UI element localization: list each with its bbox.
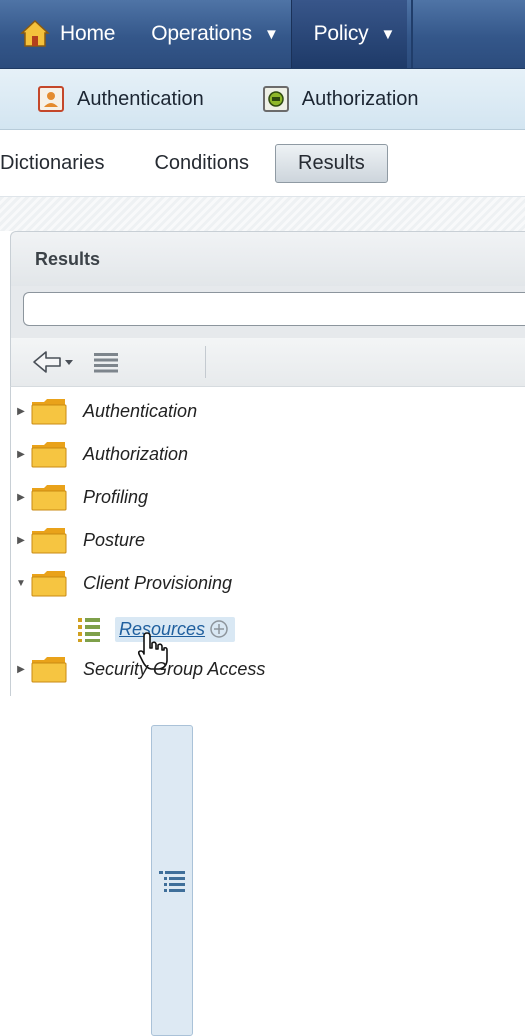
home-icon (20, 19, 50, 47)
policy-elements-tabs: Dictionaries Conditions Results (0, 130, 525, 197)
tree-node-label: Authorization (83, 443, 189, 464)
tab-conditions[interactable]: Conditions (154, 152, 249, 175)
nav-divider (411, 0, 414, 68)
nav-operations[interactable]: Operations ▼ (127, 0, 290, 68)
tree-node-security-group-access[interactable]: ▶ Security Group Access (11, 649, 265, 689)
toolbar-divider (205, 346, 206, 378)
authentication-icon (38, 86, 64, 112)
folder-icon (31, 442, 67, 468)
folder-icon (31, 485, 67, 511)
expand-arrow-icon[interactable]: ▶ (11, 664, 31, 675)
hatched-divider (0, 197, 525, 231)
tree-node-authentication[interactable]: ▶ Authentication (11, 391, 197, 431)
tree-node-label: Profiling (83, 486, 149, 507)
chevron-down-icon: ▼ (380, 25, 396, 43)
authorization-icon (262, 86, 289, 112)
expand-arrow-icon[interactable]: ▶ (11, 449, 31, 460)
add-circle-icon[interactable] (209, 619, 229, 639)
back-arrow-icon (33, 351, 73, 373)
folder-icon (31, 399, 67, 425)
tree-node-label: Authentication (83, 400, 198, 421)
list-view-button[interactable] (89, 346, 123, 378)
tree-node-label: Client Provisioning (83, 572, 233, 593)
expand-arrow-icon[interactable]: ▶ (11, 535, 31, 546)
open-folder-icon (31, 571, 67, 597)
collapse-arrow-icon[interactable]: ▼ (11, 578, 31, 589)
expand-arrow-icon[interactable]: ▶ (11, 492, 31, 503)
chevron-down-icon: ▼ (263, 25, 279, 43)
expand-arrow-icon[interactable]: ▶ (11, 406, 31, 417)
top-nav: Home Operations ▼ Policy ▼ (0, 0, 525, 69)
tree-node-label: Posture (83, 529, 146, 550)
tree-node-posture[interactable]: ▶ Posture (11, 520, 145, 560)
list-view-icon (94, 353, 118, 373)
tree-node-label: Security Group Access (83, 658, 266, 679)
tab-dictionaries[interactable]: Dictionaries (0, 152, 104, 175)
tree-toolbar (10, 338, 525, 1036)
nav-operations-label: Operations (151, 22, 252, 45)
tree-view-button[interactable] (151, 725, 193, 1036)
tree-node-profiling[interactable]: ▶ Profiling (11, 477, 148, 517)
tree-node-authorization[interactable]: ▶ Authorization (11, 434, 188, 474)
back-button[interactable] (29, 346, 81, 378)
nav-policy[interactable]: Policy ▼ (290, 0, 408, 68)
resources-list-icon (78, 618, 100, 642)
nav-policy-label: Policy (313, 22, 369, 45)
subnav-authorization-label: Authorization (301, 87, 419, 110)
folder-icon (31, 657, 67, 683)
subnav-authentication-label: Authentication (77, 87, 204, 110)
folder-icon (31, 528, 67, 554)
tree-view-icon (159, 870, 185, 892)
panel-title: Results (35, 249, 101, 269)
tab-results[interactable]: Results (275, 143, 388, 183)
nav-home-label: Home (60, 22, 116, 45)
policy-sub-nav: Authentication Authorization (0, 69, 525, 130)
subnav-authorization[interactable]: Authorization (262, 85, 419, 113)
results-tree: ▶ Authentication ▶ Authorization ▶ Profi… (10, 387, 525, 696)
resources-link-highlight[interactable]: Resources (115, 616, 236, 642)
tree-node-client-provisioning[interactable]: ▼ Client Provisioning (11, 563, 232, 603)
nav-home[interactable]: Home (0, 0, 127, 68)
search-bar (10, 286, 525, 338)
search-input[interactable] (23, 292, 525, 326)
results-panel-header: Results (10, 231, 525, 287)
subnav-authentication[interactable]: Authentication (37, 85, 204, 113)
